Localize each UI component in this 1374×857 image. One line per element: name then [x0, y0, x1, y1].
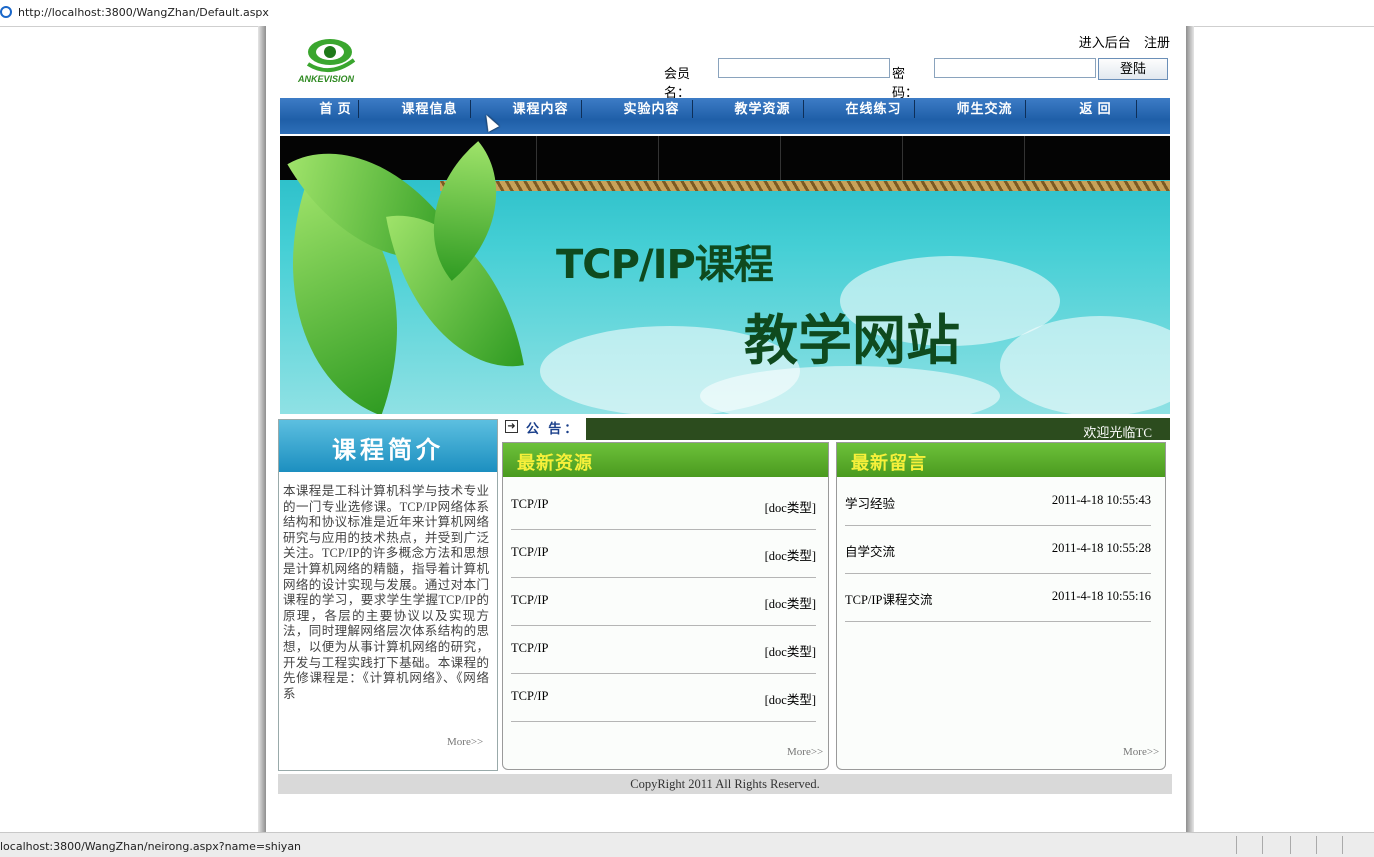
status-divider — [1236, 836, 1237, 854]
nav-item-back[interactable]: 返 回 — [1040, 98, 1151, 120]
nav-separator — [692, 100, 693, 118]
resource-name[interactable]: TCP/IP — [511, 689, 549, 704]
nav-separator — [1025, 100, 1026, 118]
message-title[interactable]: 学习经验 — [845, 493, 895, 512]
message-row[interactable]: 自学交流 2011-4-18 10:55:28 — [845, 527, 1151, 574]
nav-item-course-content[interactable]: 课程内容 — [485, 98, 596, 120]
course-intro-text: 本课程是工科计算机科学与技术专业的一门专业选修课。TCP/IP网络体系结构和协议… — [283, 484, 489, 700]
latest-resources-panel: 最新资源 TCP/IP [doc类型] TCP/IP [doc类型] TCP/I… — [502, 442, 829, 770]
banner-band-divider — [658, 136, 659, 180]
status-divider — [1262, 836, 1263, 854]
nav-item-exchange[interactable]: 师生交流 — [929, 98, 1040, 120]
latest-resources-title: 最新资源 — [517, 453, 593, 473]
message-time: 2011-4-18 10:55:28 — [1051, 541, 1151, 555]
notice-bar: ➜ 公 告： 欢迎光临TC — [504, 418, 1170, 440]
main-nav: 首 页 课程信息 课程内容 实验内容 教学资源 在线练习 师生交流 返 回 — [280, 98, 1170, 134]
admin-link[interactable]: 进入后台 — [1079, 35, 1131, 50]
status-divider — [1290, 836, 1291, 854]
resource-row[interactable]: TCP/IP [doc类型] — [511, 627, 816, 674]
banner-band-divider — [1024, 136, 1025, 180]
resource-type: [doc类型] — [764, 501, 816, 515]
notice-marquee-text: 欢迎光临TC — [1083, 425, 1152, 440]
resource-name[interactable]: TCP/IP — [511, 593, 549, 608]
nav-item-resources[interactable]: 教学资源 — [707, 98, 818, 120]
nav-item-course-info[interactable]: 课程信息 — [374, 98, 485, 120]
address-url[interactable]: http://localhost:3800/WangZhan/Default.a… — [18, 6, 269, 19]
resource-type: [doc类型] — [764, 693, 816, 707]
resource-row[interactable]: TCP/IP [doc类型] — [511, 483, 816, 530]
resource-row[interactable]: TCP/IP [doc类型] — [511, 579, 816, 626]
nav-item-experiment[interactable]: 实验内容 — [596, 98, 707, 120]
resources-more-link[interactable]: More>> — [787, 746, 823, 758]
logo-text: ANKEVISION — [298, 74, 355, 84]
resource-name[interactable]: TCP/IP — [511, 497, 549, 512]
message-row[interactable]: TCP/IP课程交流 2011-4-18 10:55:16 — [845, 575, 1151, 622]
messages-more-link[interactable]: More>> — [1123, 746, 1159, 758]
resource-type: [doc类型] — [764, 549, 816, 563]
banner-rope — [440, 181, 1170, 191]
message-time: 2011-4-18 10:55:43 — [1051, 493, 1151, 507]
message-title[interactable]: TCP/IP课程交流 — [845, 589, 933, 608]
status-divider — [1342, 836, 1343, 854]
nav-separator — [581, 100, 582, 118]
notice-arrow-icon: ➜ — [505, 420, 518, 433]
latest-messages-title: 最新留言 — [851, 453, 927, 473]
username-label: 会员名： — [664, 66, 691, 100]
nav-separator — [1136, 100, 1137, 118]
username-input[interactable] — [718, 58, 890, 78]
banner-top-band — [280, 136, 1170, 180]
ie-page-icon — [0, 6, 12, 18]
resource-type: [doc类型] — [764, 597, 816, 611]
message-time: 2011-4-18 10:55:16 — [1051, 589, 1151, 603]
resource-name[interactable]: TCP/IP — [511, 641, 549, 656]
message-row[interactable]: 学习经验 2011-4-18 10:55:43 — [845, 479, 1151, 526]
resource-name[interactable]: TCP/IP — [511, 545, 549, 560]
password-label: 密码： — [892, 66, 919, 100]
banner-title-line2: 教学网站 — [744, 309, 960, 372]
banner: TCP/IP课程 教学网站 — [280, 136, 1170, 414]
login-button[interactable]: 登陆 — [1098, 58, 1168, 80]
banner-band-divider — [536, 136, 537, 180]
notice-label: 公 告： — [526, 421, 581, 436]
footer-copyright: CopyRight 2011 All Rights Reserved. — [278, 774, 1172, 794]
nav-separator — [914, 100, 915, 118]
nav-separator — [803, 100, 804, 118]
intro-more-link[interactable]: More>> — [447, 736, 483, 748]
register-link[interactable]: 注册 — [1144, 35, 1170, 50]
course-intro-title: 课程简介 — [332, 436, 444, 464]
site-logo[interactable]: ANKEVISION — [296, 34, 368, 86]
address-bar[interactable]: http://localhost:3800/WangZhan/Default.a… — [0, 0, 1374, 27]
nav-separator — [358, 100, 359, 118]
page-container: ANKEVISION 进入后台 注册 会员名： 密码： 登陆 首 页 课程信息 … — [266, 26, 1186, 832]
status-bar: localhost:3800/WangZhan/neirong.aspx?nam… — [0, 832, 1374, 857]
status-text: localhost:3800/WangZhan/neirong.aspx?nam… — [0, 840, 302, 853]
course-intro-panel: 课程简介 本课程是工科计算机科学与技术专业的一门专业选修课。TCP/IP网络体系… — [278, 419, 498, 771]
page-right-shadow — [1186, 26, 1194, 832]
banner-band-divider — [902, 136, 903, 180]
password-input[interactable] — [934, 58, 1096, 78]
resource-type: [doc类型] — [764, 645, 816, 659]
resource-row[interactable]: TCP/IP [doc类型] — [511, 675, 816, 722]
latest-resources-header: 最新资源 — [503, 443, 828, 477]
top-links: 进入后台 注册 — [1069, 32, 1170, 51]
nav-separator — [470, 100, 471, 118]
latest-messages-panel: 最新留言 学习经验 2011-4-18 10:55:43 自学交流 2011-4… — [836, 442, 1166, 770]
latest-messages-header: 最新留言 — [837, 443, 1165, 477]
course-intro-header: 课程简介 — [279, 420, 497, 472]
resource-row[interactable]: TCP/IP [doc类型] — [511, 531, 816, 578]
message-title[interactable]: 自学交流 — [845, 541, 895, 560]
page-left-shadow — [258, 26, 266, 832]
nav-item-practice[interactable]: 在线练习 — [818, 98, 929, 120]
notice-marquee: 欢迎光临TC — [586, 418, 1170, 440]
banner-title-line1: TCP/IP课程 — [556, 242, 774, 288]
status-divider — [1316, 836, 1317, 854]
banner-band-divider — [780, 136, 781, 180]
